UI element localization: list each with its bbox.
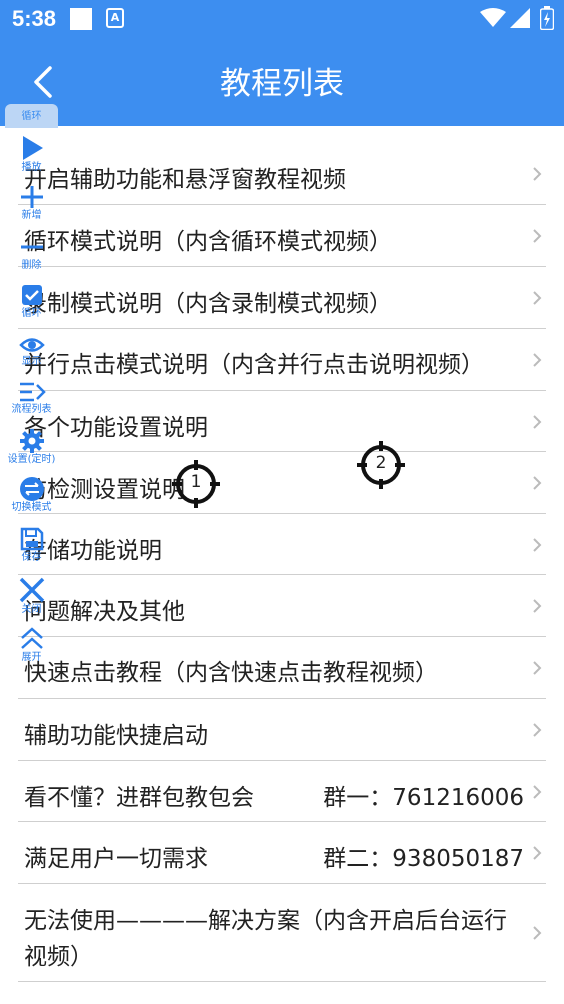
list-item-label: 辅助功能快捷启动 <box>24 723 208 749</box>
close-button[interactable]: 关闭 <box>5 576 58 616</box>
chevron-right-icon <box>533 599 542 613</box>
list-item-label: 无法使用————解决方案（内含开启后台运行 <box>24 908 507 934</box>
panel-item-label: 播放 <box>21 162 42 173</box>
minus-icon <box>20 245 43 249</box>
panel-item-label: 保存 <box>21 552 42 563</box>
click-target-1[interactable]: 1 <box>172 460 220 508</box>
list-item-label: 循环模式说明（内含循环模式视频） <box>24 229 392 255</box>
list-item[interactable]: 录制模式说明（内含录制模式视频） <box>18 267 546 329</box>
chevron-right-icon <box>533 661 542 675</box>
list-item-label: 满足用户一切需求 <box>24 846 208 872</box>
panel-item-label: 关闭 <box>21 604 42 615</box>
list-item[interactable]: 快速点击教程（内含快速点击教程视频） <box>18 637 546 699</box>
list-item[interactable]: 辅助功能快捷启动 <box>18 699 546 761</box>
list-item[interactable]: 各个功能设置说明 <box>18 391 546 452</box>
close-icon <box>19 577 44 603</box>
app-bar: 5:38 A 教程列表 <box>0 0 564 126</box>
settings-button[interactable]: 设置(定时) <box>5 428 58 466</box>
checkbox-icon <box>21 285 42 305</box>
status-bar: 5:38 A <box>0 0 564 38</box>
show-button[interactable]: 显示 <box>5 334 58 368</box>
chevron-right-icon <box>533 846 542 860</box>
chevron-right-icon <box>533 723 542 737</box>
save-button[interactable]: 保存 <box>5 526 58 564</box>
group-number: 群一：761216006 <box>323 785 524 811</box>
status-time: 5:38 <box>12 6 57 31</box>
play-button[interactable]: 播放 <box>5 134 58 174</box>
double-chevron-up-icon <box>20 627 43 649</box>
chevron-right-icon <box>533 415 542 429</box>
panel-item-label: 展开 <box>21 652 42 663</box>
chevron-right-icon <box>533 785 542 799</box>
panel-item-label: 新增 <box>21 210 42 221</box>
list-item[interactable]: 防检测设置说明 <box>18 452 546 514</box>
chevron-right-icon <box>533 353 542 367</box>
list-icon <box>19 382 46 402</box>
square-icon <box>70 8 92 30</box>
chevron-right-icon <box>533 291 542 305</box>
battery-icon <box>540 6 554 30</box>
expand-button[interactable]: 展开 <box>5 626 58 664</box>
panel-item-label: 删除 <box>21 260 42 271</box>
target-number: 1 <box>190 472 202 492</box>
plus-icon <box>20 186 43 208</box>
panel-header-tab[interactable]: 循环 <box>5 104 58 128</box>
eye-icon <box>18 338 45 352</box>
list-item-label: 并行点击模式说明（内含并行点击说明视频） <box>24 352 484 378</box>
chevron-right-icon <box>533 926 542 940</box>
target-number: 2 <box>375 453 387 473</box>
page-title: 教程列表 <box>220 66 344 102</box>
a-icon: A <box>106 8 124 28</box>
list-item[interactable]: 开启辅助功能和悬浮窗教程视频 <box>18 144 546 205</box>
list-item[interactable]: 循环模式说明（内含循环模式视频） <box>18 205 546 267</box>
panel-item-label: 流程列表 <box>11 404 52 415</box>
list-item-label: 快速点击教程（内含快速点击教程视频） <box>24 660 438 686</box>
list-item[interactable]: 存储功能说明 <box>18 514 546 575</box>
list-item-label-continued: 视频） <box>24 944 93 970</box>
list-item-label: 开启辅助功能和悬浮窗教程视频 <box>24 167 346 193</box>
gear-icon <box>19 429 44 453</box>
add-button[interactable]: 新增 <box>5 184 58 222</box>
panel-item-label: 设置(定时) <box>7 454 56 465</box>
list-item[interactable]: 问题解决及其他 <box>18 575 546 637</box>
panel-item-label: 显示 <box>21 356 42 367</box>
panel-item-label: 切换模式 <box>11 502 52 513</box>
list-item[interactable]: 满足用户一切需求 群二：938050187 <box>18 822 546 884</box>
list-item[interactable]: 无法使用————解决方案（内含开启后台运行 视频） <box>18 884 546 982</box>
group-number: 群二：938050187 <box>323 846 524 872</box>
chevron-right-icon <box>533 476 542 490</box>
wifi-icon <box>480 8 506 27</box>
switch-icon <box>19 477 44 501</box>
chevron-right-icon <box>533 229 542 243</box>
save-icon <box>20 527 43 551</box>
chevron-right-icon <box>533 538 542 552</box>
click-target-2[interactable]: 2 <box>357 441 405 489</box>
list-item-label: 录制模式说明（内含录制模式视频） <box>24 291 392 317</box>
delete-button[interactable]: 删除 <box>5 234 58 272</box>
chevron-right-icon <box>533 167 542 181</box>
cell-signal-icon <box>510 8 530 28</box>
panel-item-label: 循环 <box>21 308 42 319</box>
loop-button[interactable]: 循环 <box>5 282 58 320</box>
play-icon <box>22 136 43 160</box>
list-item-label: 看不懂？进群包教包会 <box>24 785 254 811</box>
list-item[interactable]: 看不懂？进群包教包会 群一：761216006 <box>18 761 546 822</box>
process-list-button[interactable]: 流程列表 <box>5 380 58 416</box>
list-item[interactable]: 并行点击模式说明（内含并行点击说明视频） <box>18 329 546 391</box>
switch-mode-button[interactable]: 切换模式 <box>5 476 58 514</box>
